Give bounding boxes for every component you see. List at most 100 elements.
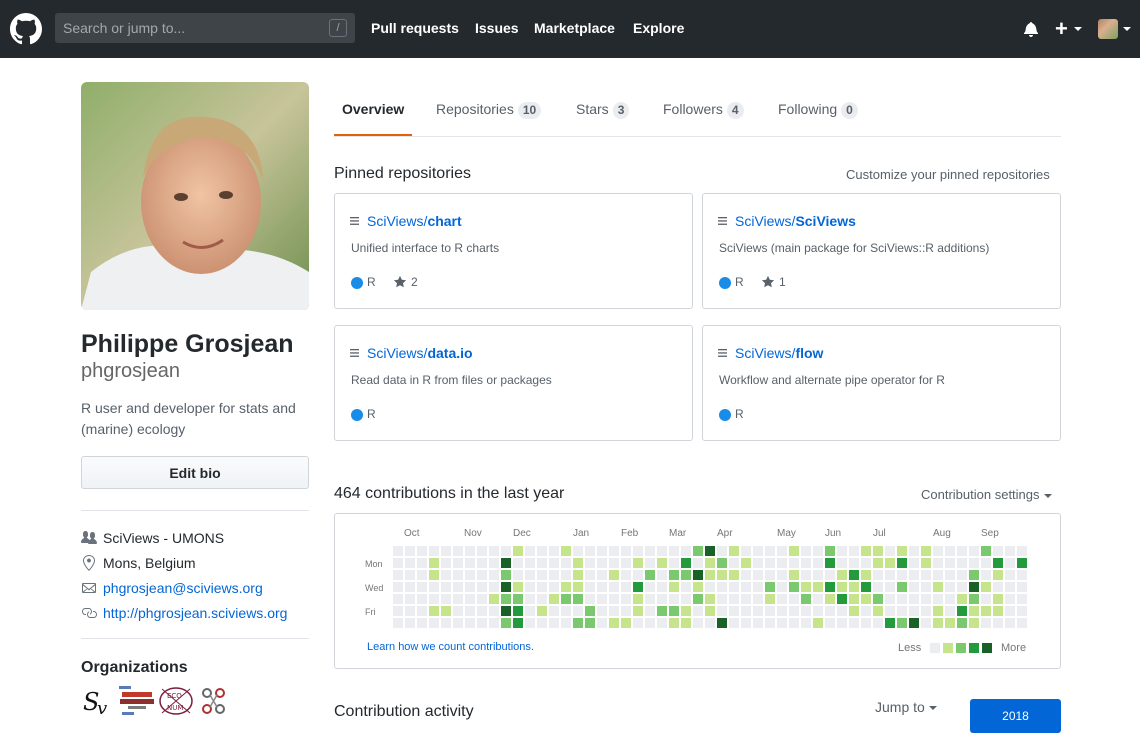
contribution-day-cell[interactable] (717, 606, 727, 616)
contribution-day-cell[interactable] (597, 606, 607, 616)
contribution-day-cell[interactable] (777, 618, 787, 628)
contribution-day-cell[interactable] (453, 546, 463, 556)
contribution-day-cell[interactable] (885, 618, 895, 628)
contribution-day-cell[interactable] (441, 582, 451, 592)
contribution-day-cell[interactable] (717, 558, 727, 568)
contribution-day-cell[interactable] (393, 594, 403, 604)
contribution-day-cell[interactable] (465, 594, 475, 604)
nav-explore[interactable]: Explore (633, 20, 684, 36)
contribution-day-cell[interactable] (849, 594, 859, 604)
contribution-day-cell[interactable] (897, 546, 907, 556)
contribution-day-cell[interactable] (585, 618, 595, 628)
contribution-day-cell[interactable] (789, 618, 799, 628)
contribution-day-cell[interactable] (909, 570, 919, 580)
contribution-day-cell[interactable] (909, 606, 919, 616)
contribution-day-cell[interactable] (717, 618, 727, 628)
contribution-day-cell[interactable] (537, 618, 547, 628)
contribution-day-cell[interactable] (741, 606, 751, 616)
contribution-day-cell[interactable] (585, 570, 595, 580)
contribution-day-cell[interactable] (489, 570, 499, 580)
tab-following[interactable]: Following 0 (778, 101, 858, 119)
repo-link[interactable]: SciViews/flow (735, 345, 823, 361)
contribution-day-cell[interactable] (549, 594, 559, 604)
jump-to-dropdown[interactable]: Jump to (875, 699, 937, 715)
contribution-day-cell[interactable] (1005, 606, 1015, 616)
contribution-day-cell[interactable] (1005, 594, 1015, 604)
contribution-day-cell[interactable] (801, 582, 811, 592)
contribution-day-cell[interactable] (1017, 558, 1027, 568)
contribution-day-cell[interactable] (561, 618, 571, 628)
contribution-day-cell[interactable] (633, 558, 643, 568)
contribution-day-cell[interactable] (609, 618, 619, 628)
contribution-day-cell[interactable] (405, 582, 415, 592)
contribution-day-cell[interactable] (813, 558, 823, 568)
contribution-day-cell[interactable] (549, 558, 559, 568)
contribution-day-cell[interactable] (813, 594, 823, 604)
contribution-day-cell[interactable] (585, 558, 595, 568)
contribution-day-cell[interactable] (861, 606, 871, 616)
contribution-day-cell[interactable] (681, 558, 691, 568)
contribution-day-cell[interactable] (1005, 582, 1015, 592)
contribution-day-cell[interactable] (789, 570, 799, 580)
contribution-day-cell[interactable] (885, 546, 895, 556)
contribution-day-cell[interactable] (993, 594, 1003, 604)
contribution-day-cell[interactable] (909, 558, 919, 568)
contribution-day-cell[interactable] (693, 606, 703, 616)
contribution-day-cell[interactable] (657, 546, 667, 556)
contribution-day-cell[interactable] (969, 582, 979, 592)
repo-link[interactable]: SciViews/chart (367, 213, 462, 229)
contribution-day-cell[interactable] (609, 558, 619, 568)
contribution-day-cell[interactable] (825, 558, 835, 568)
contribution-day-cell[interactable] (633, 606, 643, 616)
contribution-day-cell[interactable] (393, 558, 403, 568)
contribution-day-cell[interactable] (477, 546, 487, 556)
contribution-day-cell[interactable] (993, 582, 1003, 592)
contribution-day-cell[interactable] (825, 582, 835, 592)
contribution-day-cell[interactable] (741, 546, 751, 556)
contribution-day-cell[interactable] (645, 570, 655, 580)
contribution-day-cell[interactable] (969, 546, 979, 556)
contribution-day-cell[interactable] (633, 546, 643, 556)
contribution-day-cell[interactable] (513, 606, 523, 616)
contribution-day-cell[interactable] (957, 606, 967, 616)
contribution-day-cell[interactable] (741, 558, 751, 568)
contribution-day-cell[interactable] (789, 546, 799, 556)
contribution-day-cell[interactable] (417, 582, 427, 592)
contribution-day-cell[interactable] (837, 594, 847, 604)
contribution-day-cell[interactable] (621, 570, 631, 580)
contribution-day-cell[interactable] (765, 558, 775, 568)
contribution-day-cell[interactable] (621, 594, 631, 604)
contribution-day-cell[interactable] (657, 618, 667, 628)
contribution-day-cell[interactable] (405, 546, 415, 556)
contribution-day-cell[interactable] (837, 546, 847, 556)
contribution-day-cell[interactable] (477, 618, 487, 628)
contribution-day-cell[interactable] (561, 558, 571, 568)
contribution-day-cell[interactable] (429, 570, 439, 580)
repo-link[interactable]: SciViews/data.io (367, 345, 473, 361)
contribution-day-cell[interactable] (993, 606, 1003, 616)
contribution-day-cell[interactable] (825, 594, 835, 604)
contribution-day-cell[interactable] (945, 558, 955, 568)
contribution-day-cell[interactable] (993, 570, 1003, 580)
contribution-day-cell[interactable] (417, 558, 427, 568)
contribution-day-cell[interactable] (837, 582, 847, 592)
contribution-day-cell[interactable] (885, 606, 895, 616)
contribution-day-cell[interactable] (885, 594, 895, 604)
contribution-day-cell[interactable] (969, 606, 979, 616)
contribution-day-cell[interactable] (609, 570, 619, 580)
contribution-day-cell[interactable] (801, 570, 811, 580)
contribution-day-cell[interactable] (849, 570, 859, 580)
contribution-day-cell[interactable] (873, 582, 883, 592)
contribution-day-cell[interactable] (1005, 546, 1015, 556)
contribution-day-cell[interactable] (429, 546, 439, 556)
contribution-day-cell[interactable] (453, 558, 463, 568)
contribution-day-cell[interactable] (837, 618, 847, 628)
contribution-day-cell[interactable] (981, 558, 991, 568)
edit-bio-button[interactable]: Edit bio (81, 456, 309, 489)
contribution-day-cell[interactable] (477, 606, 487, 616)
repo-star-count[interactable]: 2 (411, 275, 418, 289)
contribution-day-cell[interactable] (861, 582, 871, 592)
contribution-day-cell[interactable] (933, 582, 943, 592)
contribution-day-cell[interactable] (561, 570, 571, 580)
contribution-day-cell[interactable] (801, 606, 811, 616)
